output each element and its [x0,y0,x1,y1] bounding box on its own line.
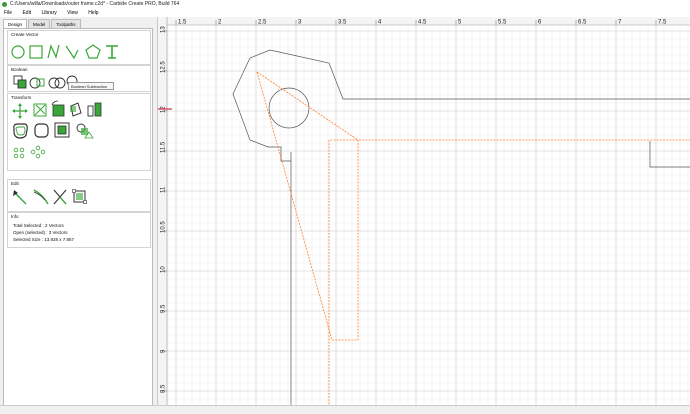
circular-array-icon[interactable] [30,145,46,159]
move-icon[interactable] [12,103,28,119]
tooltip: Boolean Subtraction [68,82,114,90]
menu-view[interactable]: View [67,9,78,17]
tab-model[interactable]: Model [28,19,51,28]
ruler-label-y: 12.5 [161,61,167,73]
edit-section: Edit [7,179,151,212]
fillet-icon[interactable] [34,123,49,138]
ruler-label-x: 4.5 [418,20,427,26]
offset-icon[interactable] [13,123,28,139]
ruler-label-y: 8.5 [161,384,167,393]
create-vector-toolbar [11,44,118,60]
rectangle-tool-icon[interactable] [29,45,43,59]
ruler-label-y: 11 [161,186,167,193]
mirror-icon[interactable] [70,102,82,117]
app-logo-icon [2,2,7,7]
info-selected-size: Selected Size : 13.928 x 7.857 [13,237,75,242]
selected-rectangle-vector [328,139,690,414]
grid-array-icon[interactable] [13,147,25,159]
inset-icon[interactable] [54,122,70,138]
ruler-label-x: 3.5 [338,20,347,26]
ruler-label-x: 7.5 [658,20,667,26]
unselected-vectors[interactable] [232,49,690,414]
info-open-selected: Open (selected) : 3 Vectors [13,230,68,235]
design-panel: Design Model Toolpaths Create Vector Boo… [0,17,158,414]
vertical-ruler [158,17,167,414]
design-canvas[interactable]: 1.522.533.544.555.566.577.58 1312.51211.… [158,17,690,414]
ruler-label-y: 11.5 [161,141,167,153]
text-tool-icon[interactable] [106,45,118,59]
node-edit-icon[interactable] [13,190,27,205]
rotate-icon[interactable] [51,100,65,117]
ruler-label-x: 1.5 [178,20,187,26]
tab-design[interactable]: Design [3,19,28,28]
outer-frame-vector [232,49,690,162]
boolean-union-icon[interactable] [13,75,27,89]
menu-file[interactable]: File [4,9,12,17]
ruler-label-y: 9.5 [161,304,167,313]
ruler-label-x: 2.5 [258,20,267,26]
info-section: Info Total Selected : 2 Vectors Open (se… [7,212,151,248]
align-icon[interactable] [87,102,102,117]
boolean-join-icon[interactable] [29,77,45,89]
scale-icon[interactable] [33,103,47,117]
grid [167,25,690,414]
knife-icon[interactable] [33,189,49,205]
ruler-label-y: 10 [161,266,167,273]
ruler-label-x: 5.5 [498,20,507,26]
outline-icon[interactable] [76,123,94,139]
transform-toolbar [12,100,102,159]
panel-tabs: Design Model Toolpaths [3,19,82,28]
polyline-tool-icon[interactable] [65,45,79,60]
bounding-box-icon[interactable] [72,189,87,204]
window-title-bar: C:/Users/willa/Downloads/outer frame.c2d… [0,0,690,9]
info-total-selected: Total Selected : 2 Vectors [13,223,64,228]
menu-help[interactable]: Help [88,9,98,17]
ruler-label-y: 10.5 [161,221,167,233]
menu-library[interactable]: Library [41,9,56,17]
transform-section: Transform [7,93,151,171]
curve-tool-icon[interactable] [47,44,60,59]
ruler-label-x: 6.5 [578,20,587,26]
section-title-info: Info [11,214,19,219]
selected-vectors[interactable] [256,71,690,414]
tab-toolpaths[interactable]: Toolpaths [51,19,81,28]
edit-toolbar [13,189,87,205]
ruler-label-y: 13 [161,26,167,33]
trim-icon[interactable] [53,189,67,205]
canvas-drawing[interactable]: 1.522.533.544.555.566.577.58 1312.51211.… [158,17,690,414]
polygon-tool-icon[interactable] [85,44,101,59]
window-title: C:/Users/willa/Downloads/outer frame.c2d… [10,1,180,7]
status-bar [0,405,690,414]
circle-tool-icon[interactable] [11,45,25,59]
boolean-weld-icon[interactable] [48,77,66,89]
menu-bar: File Edit Library View Help [0,9,690,17]
menu-edit[interactable]: Edit [22,9,31,17]
create-vector-section: Create Vector [7,30,151,65]
